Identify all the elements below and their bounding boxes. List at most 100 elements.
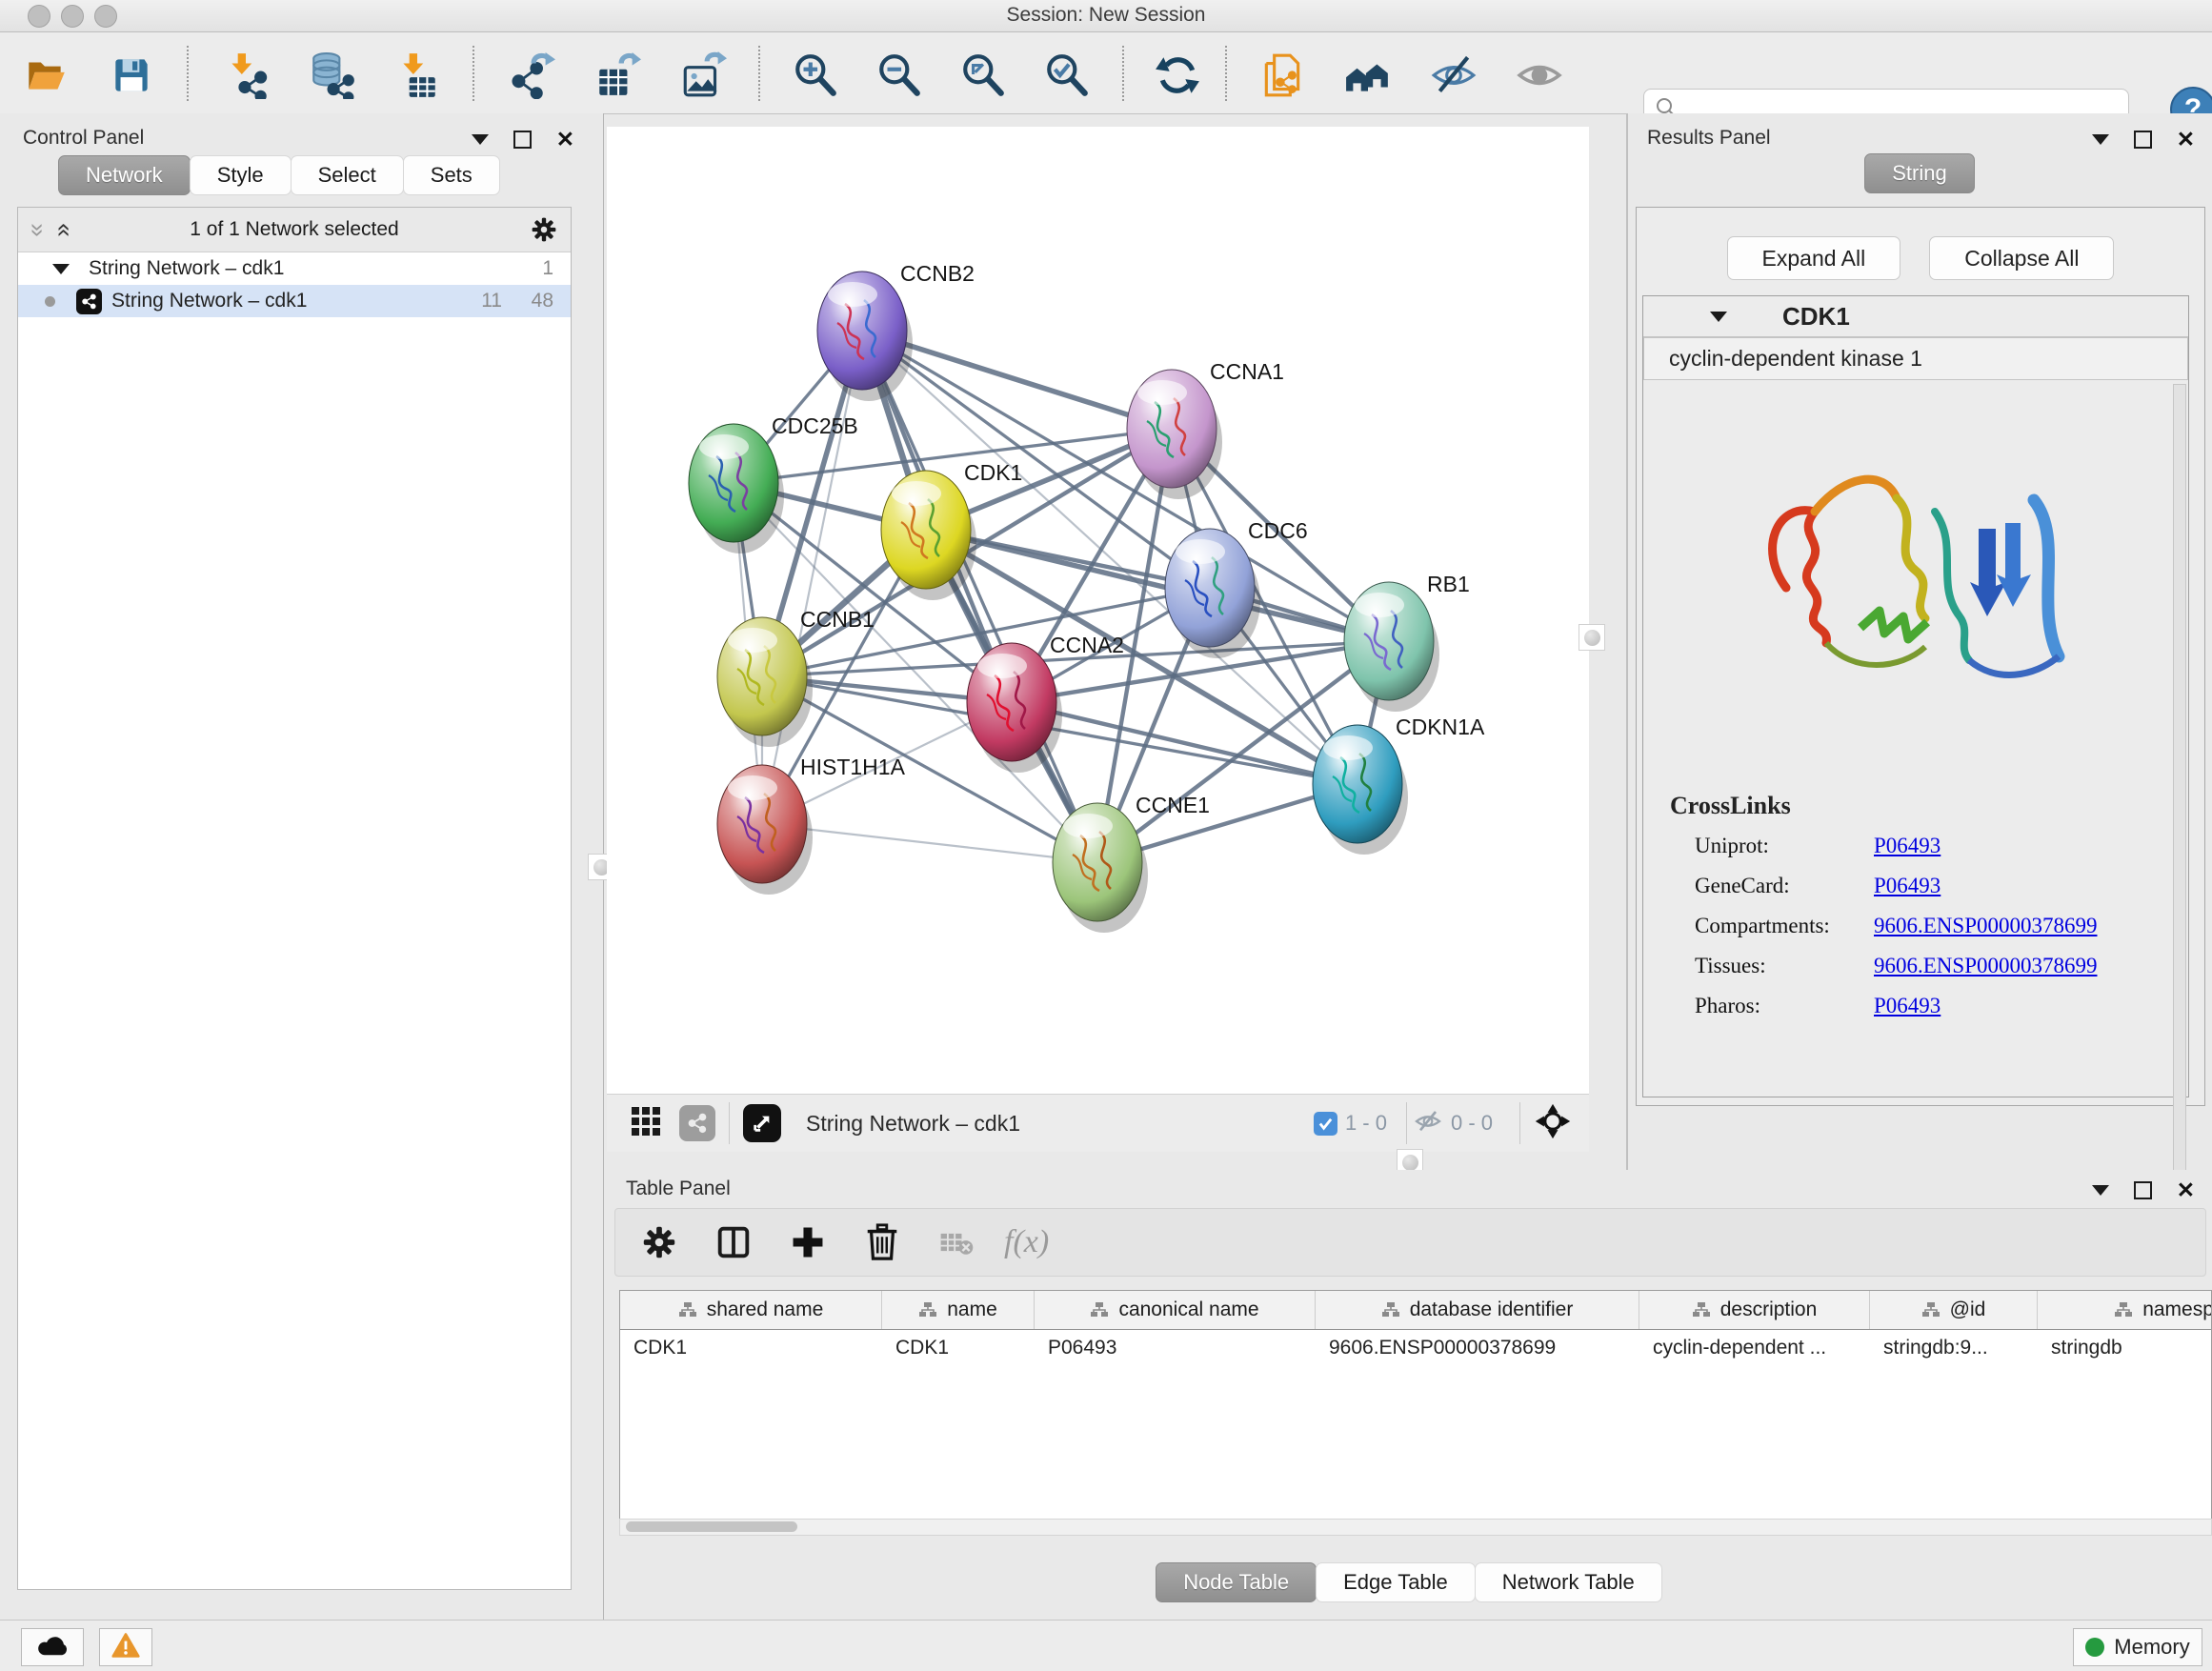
collection-expand-icon[interactable] bbox=[52, 264, 70, 274]
float-panel-icon[interactable] bbox=[513, 131, 532, 149]
node-CDC6[interactable]: CDC6 bbox=[1165, 518, 1308, 658]
first-neighbors-button[interactable] bbox=[1339, 49, 1397, 106]
save-session-button[interactable] bbox=[103, 49, 160, 106]
column-label: description bbox=[1720, 1299, 1818, 1321]
export-network-button[interactable] bbox=[503, 49, 560, 106]
tab-sets[interactable]: Sets bbox=[403, 155, 500, 195]
table-cell[interactable]: P06493 bbox=[1035, 1330, 1316, 1366]
collapse-all-button[interactable]: Collapse All bbox=[1929, 236, 2114, 280]
float-panel-icon[interactable] bbox=[2134, 131, 2152, 149]
column-header-database-identifier[interactable]: database identifier bbox=[1316, 1291, 1639, 1329]
create-column-plus-icon[interactable] bbox=[777, 1212, 838, 1273]
hide-selected-button[interactable] bbox=[1425, 49, 1482, 106]
show-columns-icon[interactable] bbox=[703, 1212, 764, 1273]
export-image-button[interactable] bbox=[674, 49, 732, 106]
tab-network-table[interactable]: Network Table bbox=[1475, 1562, 1662, 1602]
table-row[interactable]: CDK1CDK1P064939606.ENSP00000378699cyclin… bbox=[620, 1330, 2211, 1366]
column-header-namespace[interactable]: namespace bbox=[2038, 1291, 2212, 1329]
node-CCNB2[interactable]: CCNB2 bbox=[817, 261, 975, 401]
node-RB1[interactable]: RB1 bbox=[1344, 572, 1470, 712]
export-table-button[interactable] bbox=[589, 49, 646, 106]
zoom-selected-button[interactable] bbox=[1038, 49, 1096, 106]
function-builder-icon[interactable]: f(x) bbox=[1004, 1224, 1049, 1260]
crosslink-link[interactable]: P06493 bbox=[1874, 874, 1941, 898]
tab-network[interactable]: Network bbox=[58, 155, 191, 195]
import-network-from-database-button[interactable] bbox=[303, 49, 360, 106]
table-settings-gear-icon[interactable] bbox=[629, 1212, 690, 1273]
tab-style[interactable]: Style bbox=[190, 155, 292, 195]
selected-checkbox-icon[interactable] bbox=[1314, 1112, 1337, 1136]
memory-button[interactable]: Memory bbox=[2073, 1628, 2202, 1666]
column-header-shared-name[interactable]: shared name bbox=[620, 1291, 882, 1329]
column-label: shared name bbox=[707, 1299, 824, 1321]
import-network-from-file-button[interactable] bbox=[217, 49, 274, 106]
column-header-description[interactable]: description bbox=[1639, 1291, 1870, 1329]
right-splitter-handle[interactable] bbox=[1579, 624, 1605, 651]
panel-menu-icon[interactable] bbox=[2092, 1185, 2109, 1196]
fit-content-button[interactable] bbox=[955, 49, 1012, 106]
warning-button[interactable] bbox=[99, 1628, 152, 1666]
show-all-button[interactable] bbox=[1511, 49, 1568, 106]
crosslink-link[interactable]: 9606.ENSP00000378699 bbox=[1874, 954, 2098, 978]
open-in-window-icon[interactable] bbox=[743, 1104, 781, 1142]
duplicate-network-button[interactable] bbox=[1254, 49, 1311, 106]
table-horizontal-scrollbar[interactable] bbox=[619, 1519, 2212, 1536]
zoom-out-button[interactable] bbox=[871, 49, 928, 106]
zoom-in-button[interactable] bbox=[787, 49, 844, 106]
node-CCNA2[interactable]: CCNA2 bbox=[967, 633, 1124, 773]
node-label-CCNB2: CCNB2 bbox=[900, 261, 975, 286]
float-panel-icon[interactable] bbox=[2134, 1181, 2152, 1199]
column-header-name[interactable]: name bbox=[882, 1291, 1035, 1329]
import-table-from-file-button[interactable] bbox=[389, 49, 446, 106]
crosshair-icon[interactable] bbox=[1534, 1102, 1572, 1145]
table-cell[interactable]: CDK1 bbox=[620, 1330, 882, 1366]
refresh-button[interactable] bbox=[1149, 49, 1206, 106]
table-cell[interactable]: stringdb bbox=[2038, 1330, 2212, 1366]
tab-string[interactable]: String bbox=[1864, 153, 1974, 193]
protein-section-header[interactable]: CDK1 bbox=[1643, 296, 2188, 337]
collapse-section-icon[interactable] bbox=[1710, 312, 1727, 322]
delete-column-trash-icon[interactable] bbox=[852, 1212, 913, 1273]
network-canvas[interactable]: CCNB2CCNA1CDC25BCDK1CDC6RB1CCNB1CCNA2CDK… bbox=[607, 127, 1589, 1094]
memory-status-dot bbox=[2085, 1638, 2104, 1657]
table-cell[interactable]: cyclin-dependent ... bbox=[1639, 1330, 1870, 1366]
column-header-canonical-name[interactable]: canonical name bbox=[1035, 1291, 1316, 1329]
tab-node-table[interactable]: Node Table bbox=[1156, 1562, 1317, 1602]
node-HIST1H1A[interactable]: HIST1H1A bbox=[717, 755, 906, 895]
delete-table-icon[interactable] bbox=[926, 1212, 987, 1273]
close-panel-icon[interactable]: ✕ bbox=[2177, 132, 2195, 147]
table-cell[interactable]: 9606.ENSP00000378699 bbox=[1316, 1330, 1639, 1366]
column-label: canonical name bbox=[1118, 1299, 1258, 1321]
annotation-share-icon[interactable] bbox=[679, 1105, 715, 1141]
network-options-gear-icon[interactable] bbox=[529, 214, 559, 250]
column-header--id[interactable]: @id bbox=[1870, 1291, 2038, 1329]
edge-HIST1H1A-CCNE1[interactable] bbox=[762, 824, 1097, 862]
open-session-button[interactable] bbox=[17, 49, 74, 106]
crosslink-link[interactable]: 9606.ENSP00000378699 bbox=[1874, 914, 2098, 938]
tab-select[interactable]: Select bbox=[291, 155, 404, 195]
node-CCNE1[interactable]: CCNE1 bbox=[1053, 793, 1210, 933]
zoom-selected-icon bbox=[1043, 51, 1091, 104]
panel-menu-icon[interactable] bbox=[472, 134, 489, 145]
cloud-button[interactable] bbox=[21, 1628, 84, 1666]
crosslink-link[interactable]: P06493 bbox=[1874, 994, 1941, 1018]
scrollbar-thumb[interactable] bbox=[626, 1521, 797, 1532]
edge-CCNB2-HIST1H1A[interactable] bbox=[762, 331, 862, 824]
network-row[interactable]: String Network – cdk1 11 48 bbox=[18, 285, 571, 317]
close-panel-icon[interactable]: ✕ bbox=[2177, 1183, 2195, 1198]
panel-menu-icon[interactable] bbox=[2092, 134, 2109, 145]
crosslink-link[interactable]: P06493 bbox=[1874, 834, 1941, 858]
tab-edge-table[interactable]: Edge Table bbox=[1316, 1562, 1476, 1602]
edge-CDK1-RB1[interactable] bbox=[926, 530, 1389, 641]
birdseye-grid-icon[interactable] bbox=[630, 1105, 662, 1142]
node-CDC25B[interactable]: CDC25B bbox=[689, 413, 858, 554]
hidden-eye-icon[interactable] bbox=[1413, 1106, 1443, 1141]
node-CCNA1[interactable]: CCNA1 bbox=[1127, 359, 1284, 499]
network-collection-row[interactable]: String Network – cdk1 1 bbox=[18, 252, 571, 285]
table-cell[interactable]: stringdb:9... bbox=[1870, 1330, 2038, 1366]
table-cell[interactable]: CDK1 bbox=[882, 1330, 1035, 1366]
close-panel-icon[interactable]: ✕ bbox=[556, 132, 574, 147]
node-CDKN1A[interactable]: CDKN1A bbox=[1313, 715, 1485, 855]
expand-all-button[interactable]: Expand All bbox=[1727, 236, 1901, 280]
results-scrollbar[interactable] bbox=[2173, 384, 2186, 1184]
